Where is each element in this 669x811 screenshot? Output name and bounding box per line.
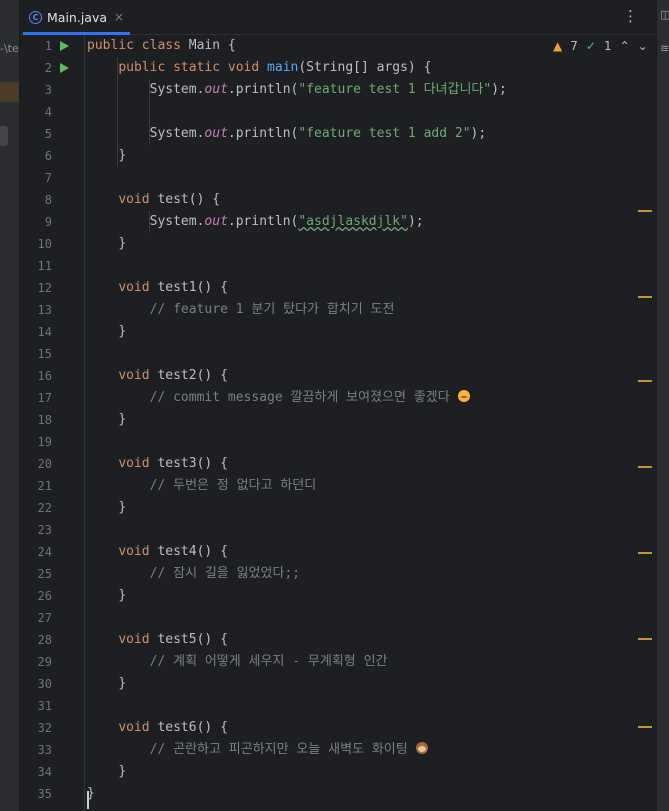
line-number: 6 bbox=[44, 149, 52, 163]
line-number: 11 bbox=[37, 259, 52, 273]
code-line: } bbox=[118, 236, 127, 251]
line-number: 26 bbox=[37, 589, 52, 603]
line-number: 31 bbox=[37, 699, 52, 713]
line-number: 21 bbox=[37, 479, 52, 493]
line-number: 3 bbox=[44, 83, 52, 97]
line-number: 27 bbox=[37, 611, 52, 625]
line-number: 25 bbox=[37, 567, 52, 581]
code-line: // 두번은 정 없다고 하던디 bbox=[149, 478, 317, 493]
line-number: 19 bbox=[37, 435, 52, 449]
warning-count: 7 bbox=[570, 39, 578, 53]
line-number: 14 bbox=[37, 325, 52, 339]
code-line: void test4() { bbox=[118, 544, 228, 559]
project-path-fragment: -\te bbox=[0, 42, 19, 55]
line-number: 29 bbox=[37, 655, 52, 669]
editor-tab-bar: C Main.java × ⋮ bbox=[20, 0, 656, 35]
typo-string: "asdjlaskdjlk" bbox=[298, 214, 408, 229]
line-number: 16 bbox=[37, 369, 52, 383]
line-number: 1 bbox=[44, 39, 52, 53]
code-line: void test3() { bbox=[118, 456, 228, 471]
line-number: 2 bbox=[44, 61, 52, 75]
warning-icon: ▲ bbox=[553, 39, 563, 53]
line-number: 22 bbox=[37, 501, 52, 515]
warning-marker[interactable] bbox=[638, 552, 652, 554]
line-number: 5 bbox=[44, 127, 52, 141]
tree-scroll-handle[interactable] bbox=[0, 126, 8, 146]
code-line: // 곤란하고 피곤하지만 오늘 새벽도 화이팅 bbox=[87, 739, 428, 761]
warning-marker[interactable] bbox=[638, 726, 652, 728]
code-editor[interactable]: ▲ 7 ✓ 1 ⌃ ⌄ public class Main { public s… bbox=[84, 35, 657, 811]
right-tool-strip: ◫ ≋ bbox=[656, 0, 669, 811]
previous-highlight-icon[interactable]: ⌃ bbox=[620, 39, 630, 53]
line-number: 15 bbox=[37, 347, 52, 361]
code-line: // 계획 어떻게 세우지 - 무계획형 인간 bbox=[149, 654, 388, 669]
weak-warning-count: 1 bbox=[603, 39, 612, 53]
smile-emoji-icon bbox=[457, 390, 470, 402]
line-number: 28 bbox=[37, 633, 52, 647]
code-line: // commit message 깔끔하게 보여졌으면 좋겠다 bbox=[87, 387, 470, 409]
code-line: // 잠시 길을 잃었었다;; bbox=[149, 566, 301, 581]
tab-label: Main.java bbox=[47, 9, 108, 25]
code-line: void test5() { bbox=[118, 632, 228, 647]
line-number: 8 bbox=[44, 193, 52, 207]
code-line: } bbox=[118, 588, 127, 603]
code-line: } bbox=[118, 676, 127, 691]
inspection-widget[interactable]: ▲ 7 ✓ 1 ⌃ ⌄ bbox=[553, 39, 648, 53]
line-number: 4 bbox=[44, 105, 52, 119]
line-number: 13 bbox=[37, 303, 52, 317]
line-number: 24 bbox=[37, 545, 52, 559]
tab-main-java[interactable]: C Main.java × bbox=[23, 0, 131, 35]
next-highlight-icon[interactable]: ⌄ bbox=[638, 39, 648, 53]
line-number-gutter[interactable]: 1 2 3 4 5 6 7 8 9 10 11 12 13 14 15 16 1… bbox=[20, 35, 84, 811]
check-icon: ✓ bbox=[585, 39, 596, 53]
code-line: } bbox=[118, 324, 127, 339]
run-icon[interactable] bbox=[60, 41, 69, 51]
text-caret bbox=[87, 791, 89, 809]
close-icon[interactable]: × bbox=[114, 10, 124, 24]
warning-marker[interactable] bbox=[638, 296, 652, 298]
project-panel-edge[interactable]: -\te bbox=[0, 0, 20, 811]
line-number: 33 bbox=[37, 743, 52, 757]
code-line: void test() { bbox=[118, 192, 221, 207]
line-number: 12 bbox=[37, 281, 52, 295]
code-line: void test1() { bbox=[118, 280, 228, 295]
code-line: void test6() { bbox=[118, 720, 228, 735]
line-number: 7 bbox=[44, 171, 52, 185]
code-line: // feature 1 분기 탔다가 합치기 도전 bbox=[149, 302, 395, 317]
warning-marker[interactable] bbox=[638, 638, 652, 640]
code-line: void test2() { bbox=[118, 368, 228, 383]
line-number: 18 bbox=[37, 413, 52, 427]
line-number: 20 bbox=[37, 457, 52, 471]
code-line: System.out.println("feature test 1 다녀갑니다… bbox=[149, 82, 507, 97]
line-number: 32 bbox=[37, 721, 52, 735]
warning-marker[interactable] bbox=[638, 466, 652, 468]
code-line: System.out.println("asdjlaskdjlk"); bbox=[149, 214, 424, 229]
database-icon[interactable]: ≋ bbox=[660, 42, 669, 55]
warning-marker[interactable] bbox=[638, 380, 652, 382]
warning-marker[interactable] bbox=[638, 210, 652, 212]
line-number: 9 bbox=[44, 215, 52, 229]
line-number: 34 bbox=[37, 765, 52, 779]
notifications-icon[interactable]: ◫ bbox=[660, 8, 669, 21]
line-number: 17 bbox=[37, 391, 52, 405]
code-line: public static void main(String[] args) { bbox=[118, 60, 432, 75]
code-line: public class Main { bbox=[87, 38, 236, 53]
line-number: 30 bbox=[37, 677, 52, 691]
code-line: System.out.println("feature test 1 add 2… bbox=[149, 126, 487, 141]
selected-tree-row[interactable] bbox=[0, 82, 19, 102]
code-line: } bbox=[118, 148, 127, 163]
code-line: } bbox=[118, 764, 127, 779]
java-class-icon: C bbox=[29, 10, 42, 24]
line-number: 35 bbox=[37, 787, 52, 801]
line-number: 23 bbox=[37, 523, 52, 537]
code-line: } bbox=[118, 500, 127, 515]
line-number: 10 bbox=[37, 237, 52, 251]
code-line: } bbox=[118, 412, 127, 427]
more-options-icon[interactable]: ⋮ bbox=[623, 8, 638, 24]
run-icon[interactable] bbox=[60, 63, 69, 73]
monkey-emoji-icon bbox=[415, 742, 428, 754]
